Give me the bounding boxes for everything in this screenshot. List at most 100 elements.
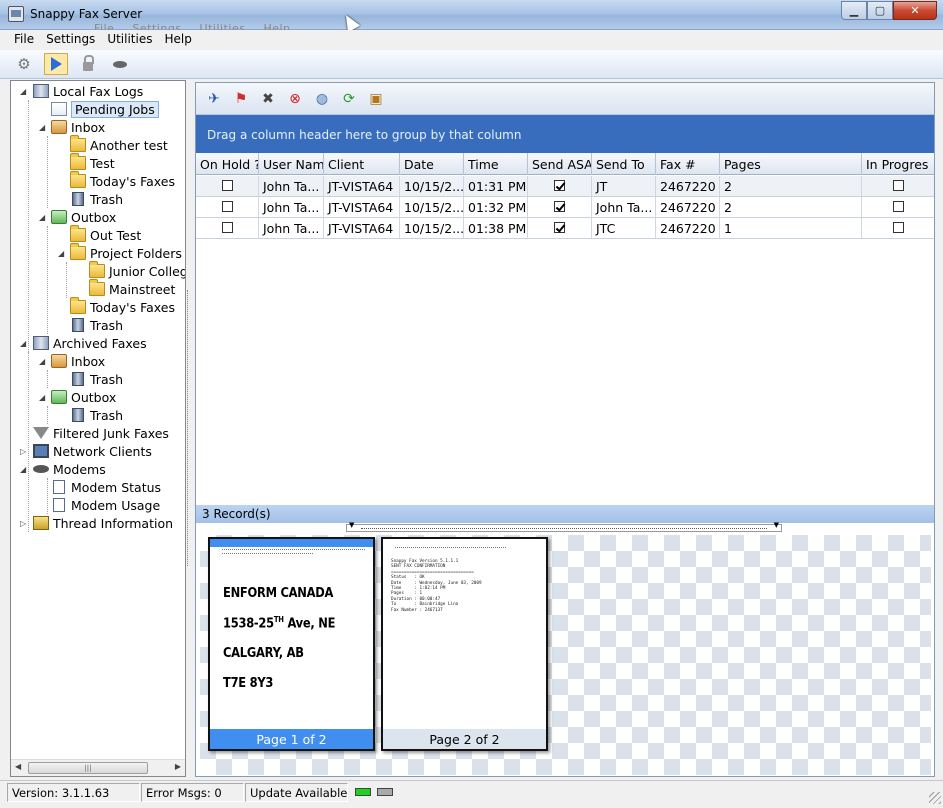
play-icon[interactable] (44, 53, 68, 75)
export-icon[interactable]: ▣ (366, 90, 386, 108)
tools-icon[interactable]: ✖ (258, 90, 278, 108)
gear-icon[interactable]: ⚙ (12, 53, 36, 75)
tree-archived-inbox[interactable]: Inbox (71, 354, 105, 369)
col-time[interactable]: Time (464, 153, 528, 175)
main-toolbar: ⚙ (0, 50, 943, 79)
col-fax-number[interactable]: Fax # (656, 153, 720, 175)
scrollbar-thumb[interactable]: ||| (28, 762, 148, 774)
tree-outbox-todays-faxes[interactable]: Today's Faxes (90, 300, 175, 315)
tree-filtered-junk[interactable]: Filtered Junk Faxes (53, 426, 169, 441)
on-hold-checkbox[interactable] (221, 222, 233, 233)
tree-inbox-trash[interactable]: Trash (90, 192, 123, 207)
on-hold-checkbox[interactable] (221, 180, 233, 191)
scroll-left-icon[interactable]: ◀ (15, 762, 21, 771)
pending-jobs-panel: ✈ ⚑ ✖ ⊗ ◍ ⟳ ▣ Drag a column header here … (195, 82, 935, 777)
group-by-bar[interactable]: Drag a column header here to group by th… (196, 115, 934, 153)
modem-icon (33, 465, 49, 473)
table-row[interactable]: John Ta... JT-VISTA64 10/15/2... 01:32 P… (196, 197, 934, 218)
horizontal-splitter[interactable] (346, 521, 782, 532)
page1-line3: CALGARY, AB (223, 645, 304, 661)
record-count: 3 Record(s) (196, 505, 934, 523)
col-send-asap[interactable]: Send ASA (528, 153, 592, 175)
funnel-icon (33, 427, 49, 439)
cell-user: John Ta... (259, 218, 324, 239)
tree-junior-college[interactable]: Junior Colleg (109, 264, 185, 279)
cell-user: John Ta... (259, 197, 324, 218)
tree-out-test[interactable]: Out Test (90, 228, 141, 243)
folder-tree: ◢ Local Fax Logs Pending Jobs ◢ Inbox Anot… (10, 80, 186, 777)
update-status[interactable]: Update Available (245, 783, 348, 802)
tree-archived-outbox-trash[interactable]: Trash (90, 408, 123, 423)
inbox-icon (51, 354, 67, 368)
tree-outbox[interactable]: Outbox (71, 210, 116, 225)
table-row[interactable]: John Ta... JT-VISTA64 10/15/2... 01:31 P… (196, 176, 934, 197)
col-on-hold[interactable]: On Hold ? (196, 153, 259, 175)
modem-icon[interactable] (108, 53, 132, 75)
tree-local-fax-logs[interactable]: Local Fax Logs (53, 84, 143, 99)
tree-another-test[interactable]: Another test (90, 138, 168, 153)
menu-file[interactable]: File (8, 30, 40, 50)
trash-icon (72, 372, 84, 386)
in-progress-checkbox[interactable] (892, 180, 904, 191)
on-hold-checkbox[interactable] (221, 201, 233, 212)
cabinet-icon (33, 84, 49, 98)
window-title: Snappy Fax Server (30, 7, 143, 21)
tree-pending-jobs[interactable]: Pending Jobs (71, 100, 159, 118)
menu-help[interactable]: Help (158, 30, 197, 50)
refresh-icon[interactable]: ⟳ (339, 90, 359, 108)
app-icon[interactable] (8, 6, 24, 22)
tree-test[interactable]: Test (90, 156, 115, 171)
tree-thread-info[interactable]: Thread Information (53, 516, 173, 531)
cell-user: John Ta... (259, 176, 324, 197)
col-user-name[interactable]: User Name (259, 153, 324, 175)
tree-project-folders[interactable]: Project Folders (90, 246, 182, 261)
tree-modem-usage[interactable]: Modem Usage (71, 498, 160, 513)
col-send-to[interactable]: Send To (592, 153, 656, 175)
fax-page-2-thumbnail[interactable]: Snappy Fax Version 5.1.1.1 SENT FAX CONF… (381, 537, 548, 751)
table-row[interactable]: John Ta... JT-VISTA64 10/15/2... 01:38 P… (196, 218, 934, 239)
vertical-splitter[interactable] (186, 80, 193, 777)
tree-horizontal-scrollbar[interactable]: ◀ ||| ▶ (11, 759, 185, 776)
tree-archived-faxes[interactable]: Archived Faxes (53, 336, 147, 351)
thread-icon (33, 516, 49, 530)
title-bar: Snappy Fax Server File Settings Utilities H… (0, 0, 943, 33)
scroll-right-icon[interactable]: ▶ (175, 762, 181, 771)
menu-settings[interactable]: Settings (40, 30, 101, 50)
error-messages-status[interactable]: Error Msgs: 0 (141, 783, 244, 802)
send-asap-checkbox[interactable] (554, 201, 565, 212)
maximize-button[interactable]: ▢ (867, 1, 893, 20)
tree-archived-outbox[interactable]: Outbox (71, 390, 116, 405)
tree-outbox-trash[interactable]: Trash (90, 318, 123, 333)
col-in-progress[interactable]: In Progres (862, 153, 934, 175)
tree-modems[interactable]: Modems (53, 462, 106, 477)
cancel-job-icon[interactable]: ⊗ (285, 90, 305, 108)
col-client[interactable]: Client (324, 153, 400, 175)
send-asap-checkbox[interactable] (554, 222, 565, 233)
tree-archived-inbox-trash[interactable]: Trash (90, 372, 123, 387)
tree-network-clients[interactable]: Network Clients (53, 444, 152, 459)
flag-icon[interactable]: ⚑ (231, 90, 251, 108)
in-progress-checkbox[interactable] (892, 222, 904, 233)
menu-utilities[interactable]: Utilities (101, 30, 158, 50)
resize-grip[interactable] (929, 792, 941, 804)
tree-modem-status[interactable]: Modem Status (71, 480, 161, 495)
tree-mainstreet[interactable]: Mainstreet (109, 282, 175, 297)
cell-client: JT-VISTA64 (324, 176, 400, 197)
tree-inbox[interactable]: Inbox (71, 120, 105, 135)
minimize-button[interactable]: ▁ (841, 1, 867, 20)
tree-inbox-todays-faxes[interactable]: Today's Faxes (90, 174, 175, 189)
page1-line4: T7E 8Y3 (223, 675, 274, 691)
col-date[interactable]: Date (400, 153, 464, 175)
send-fax-icon[interactable]: ✈ (204, 90, 224, 108)
in-progress-checkbox[interactable] (892, 201, 904, 212)
fax-page-1-thumbnail[interactable]: ENFORM CANADA 1538-25TH Ave, NE CALGARY,… (208, 537, 375, 751)
send-asap-checkbox[interactable] (554, 180, 565, 191)
cell-send-to: John Ta... (592, 197, 656, 218)
col-pages[interactable]: Pages (720, 153, 862, 175)
view-icon[interactable]: ◍ (312, 90, 332, 108)
close-button[interactable]: ✕ (893, 1, 937, 20)
fax-preview-area: ENFORM CANADA 1538-25TH Ave, NE CALGARY,… (200, 535, 931, 775)
lock-icon[interactable] (76, 53, 100, 75)
page2-label: Page 2 of 2 (383, 729, 546, 749)
folder-icon (70, 153, 86, 170)
